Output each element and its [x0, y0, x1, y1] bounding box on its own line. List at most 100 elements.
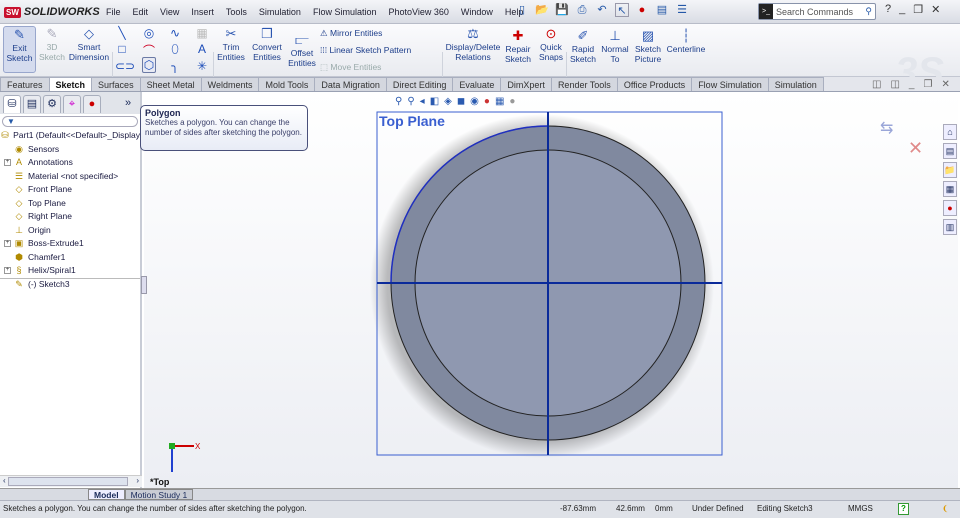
- tab-flow-simulation[interactable]: Flow Simulation: [691, 77, 769, 91]
- fillet-icon[interactable]: ╮: [168, 59, 182, 73]
- model-view[interactable]: X: [144, 92, 958, 488]
- slot-icon[interactable]: ⊂⊃: [115, 59, 135, 73]
- tab-features[interactable]: Features: [0, 77, 50, 91]
- dimxpert-manager-tab[interactable]: ⌖: [63, 95, 81, 113]
- rectangle-icon[interactable]: □: [115, 42, 129, 56]
- options-icon[interactable]: ☰: [675, 3, 689, 17]
- close-icon[interactable]: ✕: [931, 3, 940, 16]
- tab-sketch[interactable]: Sketch: [48, 77, 93, 91]
- help-status-icon[interactable]: ?: [898, 503, 909, 515]
- configuration-manager-tab[interactable]: ⚙: [43, 95, 61, 113]
- menu-edit[interactable]: Edit: [127, 7, 155, 17]
- menu-flow-simulation[interactable]: Flow Simulation: [307, 7, 383, 17]
- cancel-corner-icon[interactable]: ✕: [908, 138, 923, 159]
- expand-icon[interactable]: +: [4, 240, 11, 248]
- 3d-sketch-button[interactable]: ✎ 3D Sketch: [38, 27, 66, 63]
- file-properties-icon[interactable]: ▤: [655, 3, 669, 17]
- menu-tools[interactable]: Tools: [220, 7, 253, 17]
- doc-restore-icon[interactable]: ❐: [923, 79, 932, 90]
- appearances-icon[interactable]: ●: [943, 200, 957, 216]
- point-icon[interactable]: ✳: [195, 59, 209, 73]
- design-library-icon[interactable]: ▤: [943, 143, 957, 159]
- horizontal-scrollbar[interactable]: ‹ ›: [0, 475, 142, 487]
- open-icon[interactable]: 📂: [535, 3, 549, 17]
- expand-icon[interactable]: +: [4, 159, 11, 167]
- view-settings-icon[interactable]: ●: [509, 96, 515, 107]
- tree-item[interactable]: ◉ Sensors: [0, 143, 140, 157]
- tab-evaluate[interactable]: Evaluate: [452, 77, 502, 91]
- tree-item[interactable]: + § Helix/Spiral1: [0, 264, 140, 278]
- tab-model[interactable]: Model: [88, 489, 125, 500]
- tree-item[interactable]: ◇ Right Plane: [0, 210, 140, 224]
- polygon-icon[interactable]: ⬡: [142, 57, 156, 73]
- mirror-entities-button[interactable]: ⚠ Mirror Entities: [320, 28, 382, 38]
- text-icon[interactable]: A: [195, 42, 209, 56]
- panel-splitter-handle[interactable]: [141, 276, 147, 294]
- rebuild-icon[interactable]: ●: [635, 3, 649, 17]
- menu-file[interactable]: File: [100, 7, 127, 17]
- file-explorer-icon[interactable]: 📁: [943, 162, 957, 178]
- linear-sketch-pattern-button[interactable]: ⁞⁞⁞ Linear Sketch Pattern: [320, 45, 411, 55]
- plane-sketch-icon[interactable]: ▦: [195, 26, 209, 40]
- tree-root-part[interactable]: ⛁ Part1 (Default<<Default>_Display: [0, 129, 140, 143]
- centerline-button[interactable]: ┆ Centerline: [666, 29, 706, 55]
- menu-insert[interactable]: Insert: [185, 7, 220, 17]
- tile-right-icon[interactable]: ◫: [890, 79, 899, 90]
- repair-sketch-button[interactable]: ✚ Repair Sketch: [503, 29, 533, 65]
- tree-item[interactable]: ⬢ Chamfer1: [0, 251, 140, 265]
- tree-item[interactable]: ☰ Material <not specified>: [0, 170, 140, 184]
- display-manager-tab[interactable]: ●: [83, 95, 101, 113]
- menu-photoview-360[interactable]: PhotoView 360: [382, 7, 454, 17]
- zoom-area-icon[interactable]: ⚲: [407, 96, 414, 107]
- quick-snaps-button[interactable]: ⊙ Quick Snaps: [537, 27, 565, 63]
- spline-icon[interactable]: ∿: [168, 26, 182, 40]
- convert-entities-button[interactable]: ❒ Convert Entities: [248, 27, 286, 63]
- previous-view-icon[interactable]: ◂: [420, 96, 425, 107]
- zoom-to-fit-icon[interactable]: ⚲: [395, 96, 402, 107]
- tree-item[interactable]: + ▣ Boss-Extrude1: [0, 237, 140, 251]
- trim-entities-button[interactable]: ✂ Trim Entities: [215, 27, 247, 63]
- menu-simulation[interactable]: Simulation: [253, 7, 307, 17]
- print-icon[interactable]: ⎙: [575, 3, 589, 17]
- circle-icon[interactable]: ◎: [142, 26, 156, 40]
- normal-to-button[interactable]: ⊥ Normal To: [600, 29, 630, 65]
- search-icon[interactable]: ⚲: [865, 6, 872, 17]
- exit-sketch-button[interactable]: ✎ Exit Sketch: [3, 26, 36, 73]
- tab-weldments[interactable]: Weldments: [200, 77, 260, 91]
- search-commands-input[interactable]: >_ Search Commands ⚲: [758, 3, 876, 20]
- expand-panel-icon[interactable]: »: [119, 95, 137, 113]
- resources-icon[interactable]: ⌂: [943, 124, 957, 140]
- tree-item[interactable]: ◇ Front Plane: [0, 183, 140, 197]
- tree-item[interactable]: ◇ Top Plane: [0, 197, 140, 211]
- tree-item[interactable]: ✎ (-) Sketch3: [0, 277, 140, 292]
- tree-item[interactable]: ⊥ Origin: [0, 224, 140, 238]
- select-icon[interactable]: ↖: [615, 3, 629, 17]
- tab-dimxpert[interactable]: DimXpert: [500, 77, 552, 91]
- tile-left-icon[interactable]: ◫: [872, 79, 881, 90]
- tree-item[interactable]: + A Annotations: [0, 156, 140, 170]
- property-manager-tab[interactable]: ▤: [23, 95, 41, 113]
- confirm-corner-icon[interactable]: ⇆: [880, 118, 893, 138]
- tab-render-tools[interactable]: Render Tools: [550, 77, 618, 91]
- expand-icon[interactable]: +: [4, 267, 11, 275]
- hide-show-icon[interactable]: ◉: [470, 96, 479, 107]
- save-icon[interactable]: 💾: [555, 3, 569, 17]
- tab-motion-study-1[interactable]: Motion Study 1: [124, 489, 194, 500]
- doc-close-icon[interactable]: ✕: [941, 79, 949, 90]
- tab-office-products[interactable]: Office Products: [616, 77, 693, 91]
- tab-data-migration[interactable]: Data Migration: [314, 77, 387, 91]
- restore-icon[interactable]: ❐: [913, 3, 923, 16]
- tab-sheet-metal[interactable]: Sheet Metal: [139, 77, 202, 91]
- doc-minimize-icon[interactable]: _: [909, 79, 915, 90]
- feature-manager-tab[interactable]: ⛁: [3, 95, 21, 113]
- move-entities-button[interactable]: ⬚ Move Entities: [320, 62, 381, 72]
- notification-icon[interactable]: ❨: [942, 501, 949, 517]
- rapid-sketch-button[interactable]: ✐ Rapid Sketch: [568, 29, 598, 65]
- units-selector[interactable]: MMGS: [848, 501, 873, 517]
- tab-direct-editing[interactable]: Direct Editing: [385, 77, 454, 91]
- display-delete-relations-button[interactable]: ⚖ Display/Delete Relations: [444, 27, 502, 63]
- custom-properties-icon[interactable]: ▥: [943, 219, 957, 235]
- new-document-icon[interactable]: ▯: [515, 3, 529, 17]
- view-orientation-icon[interactable]: ◈: [444, 96, 452, 107]
- app-logo[interactable]: SW SOLIDWORKS: [4, 4, 100, 20]
